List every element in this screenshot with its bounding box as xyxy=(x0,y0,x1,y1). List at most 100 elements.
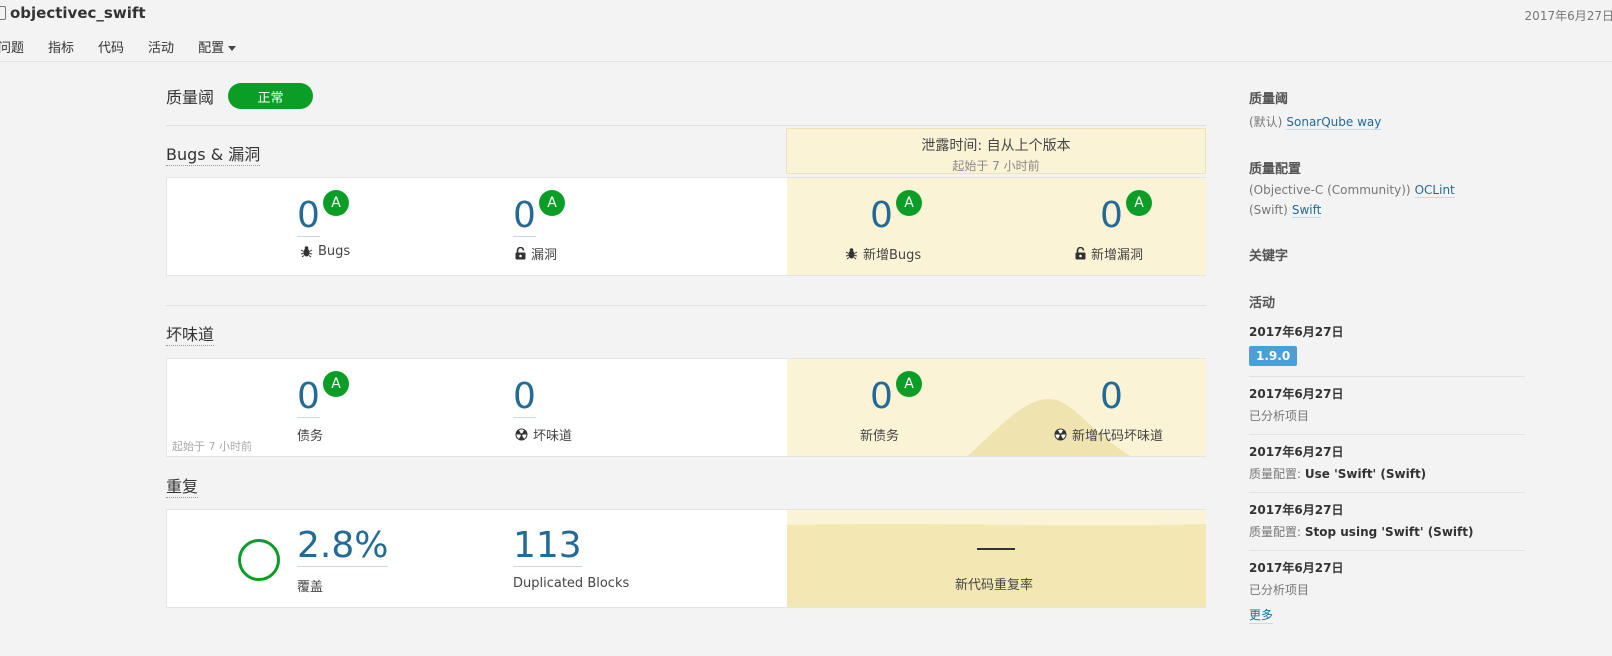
bugs-value[interactable]: 0 xyxy=(297,196,320,237)
bugs-panel: 0 A Bugs 0 A 漏洞 0 A 新增Bugs 0 A 新增漏洞 xyxy=(166,177,1206,276)
duplicated-blocks-measure[interactable]: 113 xyxy=(513,526,582,567)
sidebar-activity-heading: 活动 xyxy=(1249,296,1276,311)
quality-gate-link[interactable]: SonarQube way xyxy=(1286,115,1382,130)
new-debt-value[interactable]: 0 xyxy=(870,376,893,417)
activity-event: 2017年6月27日 已分析项目 xyxy=(1249,377,1525,435)
new-debt-rating[interactable]: A xyxy=(896,371,922,397)
new-bugs-value[interactable]: 0 xyxy=(870,195,893,236)
debt-label: 债务 xyxy=(297,429,324,444)
new-vulnerabilities-value[interactable]: 0 xyxy=(1100,195,1123,236)
new-bugs-rating[interactable]: A xyxy=(896,190,922,216)
new-debt-measure[interactable]: 0 xyxy=(870,377,893,417)
smells-panel: 0 A 债务 0 坏味道 0 A 新债务 0 新增代码坏味道 起始于 7 小时前 xyxy=(166,358,1206,457)
last-analysis-date: 2017年6月27日 xyxy=(1524,9,1612,23)
quality-gate-status: 质量阈 正常 xyxy=(166,83,314,109)
radiation-icon xyxy=(515,428,528,441)
new-vulnerabilities-measure[interactable]: 0 xyxy=(1100,196,1123,236)
bugs-label-text: Bugs xyxy=(318,244,351,259)
coverage-measure[interactable]: 2.8% xyxy=(297,526,389,567)
profile-link[interactable]: OCLint xyxy=(1414,183,1455,198)
project-nav: 问题 指标 代码 活动 配置 xyxy=(0,37,237,56)
coverage-label: 覆盖 xyxy=(297,580,324,595)
activity-event: 2017年6月27日 质量配置: Stop using 'Swift' (Swi… xyxy=(1249,493,1525,551)
quality-gate-badge: 正常 xyxy=(228,83,314,109)
project-title-row: objectivec_swift xyxy=(0,4,146,22)
nav-configuration[interactable]: 配置 xyxy=(198,37,237,56)
vulnerabilities-measure[interactable]: 0 xyxy=(513,196,536,237)
new-bugs-label-text: 新增Bugs xyxy=(863,248,922,263)
bugs-section-title[interactable]: Bugs & 漏洞 xyxy=(166,145,261,166)
bugs-measure[interactable]: 0 xyxy=(297,196,320,237)
new-code-smells-measure[interactable]: 0 xyxy=(1100,377,1123,417)
bugs-label: Bugs xyxy=(300,244,350,259)
sidebar-quality-gate-heading: 质量阈 xyxy=(1249,92,1289,107)
new-code-smells-value[interactable]: 0 xyxy=(1100,376,1123,417)
version-badge: 1.9.0 xyxy=(1249,346,1298,366)
divider xyxy=(166,305,1206,306)
duplications-panel: 新代码重复率 2.8% 覆盖 113 Duplicated Blocks xyxy=(166,509,1206,608)
event-detail: Use 'Swift' (Swift) xyxy=(1304,467,1427,481)
coverage-donut-icon xyxy=(238,539,280,581)
smells-section-title[interactable]: 坏味道 xyxy=(166,325,215,346)
bugs-rating[interactable]: A xyxy=(323,190,349,216)
quality-gate-label: 质量阈 xyxy=(166,88,215,107)
smells-since-note: 起始于 7 小时前 xyxy=(172,440,252,453)
new-debt-label: 新债务 xyxy=(860,429,900,444)
lock-open-icon xyxy=(1075,247,1086,260)
event-date: 2017年6月27日 xyxy=(1249,387,1344,401)
nav-code[interactable]: 代码 xyxy=(98,37,124,56)
event-text: 已分析项目 xyxy=(1249,409,1310,423)
new-vulnerabilities-label: 新增漏洞 xyxy=(1075,244,1143,263)
leak-period-since: 起始于 7 小时前 xyxy=(952,159,1040,173)
profile-language: (Swift) xyxy=(1249,203,1288,217)
more-activity-link[interactable]: 更多 xyxy=(1249,606,1274,624)
sidebar-profile-row: (Swift) Swift xyxy=(1249,203,1525,218)
project-name[interactable]: objectivec_swift xyxy=(10,4,146,22)
sidebar-quality-gate: 质量阈 (默认) SonarQube way xyxy=(1249,88,1525,130)
code-smells-label-text: 坏味道 xyxy=(533,429,573,444)
nav-activity[interactable]: 活动 xyxy=(148,37,174,56)
event-prefix: 质量配置: xyxy=(1249,525,1302,539)
profile-link[interactable]: Swift xyxy=(1291,203,1322,218)
new-bugs-measure[interactable]: 0 xyxy=(870,196,893,236)
new-duplications-dash xyxy=(977,548,1015,550)
leak-period-header: 泄露时间: 自从上个版本 起始于 7 小时前 xyxy=(786,128,1206,174)
debt-value[interactable]: 0 xyxy=(297,377,320,418)
debt-rating[interactable]: A xyxy=(323,371,349,397)
vulnerabilities-value[interactable]: 0 xyxy=(513,196,536,237)
duplicated-blocks-value[interactable]: 113 xyxy=(513,526,582,567)
lock-open-icon xyxy=(515,247,526,260)
code-smells-value[interactable]: 0 xyxy=(513,377,536,418)
vulnerabilities-label: 漏洞 xyxy=(515,244,557,263)
bug-icon xyxy=(300,246,313,258)
new-code-smells-label: 新增代码坏味道 xyxy=(1054,425,1163,444)
event-text: 已分析项目 xyxy=(1249,583,1310,597)
new-bugs-label: 新增Bugs xyxy=(845,244,921,263)
code-smells-measure[interactable]: 0 xyxy=(513,377,536,418)
coverage-value[interactable]: 2.8% xyxy=(297,526,389,567)
sidebar-profile-row: (Objective-C (Community)) OCLint xyxy=(1249,183,1525,198)
new-duplications-label: 新代码重复率 xyxy=(955,578,1034,593)
sidebar-tags-heading: 关键字 xyxy=(1249,249,1289,264)
vulnerabilities-rating[interactable]: A xyxy=(539,190,565,216)
sidebar-quality-gate-row: (默认) SonarQube way xyxy=(1249,113,1525,130)
debt-measure[interactable]: 0 xyxy=(297,377,320,418)
event-text: 质量配置: Use 'Swift' (Swift) xyxy=(1249,465,1525,482)
bug-icon xyxy=(845,248,858,260)
event-date: 2017年6月27日 xyxy=(1249,325,1344,339)
event-date: 2017年6月27日 xyxy=(1249,445,1344,459)
vulnerabilities-label-text: 漏洞 xyxy=(531,248,558,263)
sidebar-profiles-heading: 质量配置 xyxy=(1249,162,1302,177)
sidebar-default-tag: (默认) xyxy=(1249,115,1283,129)
sidebar-quality-profiles: 质量配置 (Objective-C (Community)) OCLint (Sw… xyxy=(1249,158,1525,218)
new-vulnerabilities-label-text: 新增漏洞 xyxy=(1091,248,1144,263)
activity-event: 2017年6月27日 已分析项目 xyxy=(1249,551,1525,598)
new-vulnerabilities-rating[interactable]: A xyxy=(1126,190,1152,216)
sidebar-activity: 活动 2017年6月27日 1.9.0 2017年6月27日 已分析项目 201… xyxy=(1249,292,1525,624)
nav-measures[interactable]: 指标 xyxy=(48,37,74,56)
nav-configuration-label: 配置 xyxy=(198,41,225,56)
duplications-section-title[interactable]: 重复 xyxy=(166,477,199,498)
activity-event: 2017年6月27日 1.9.0 xyxy=(1249,311,1525,377)
leak-period-title: 泄露时间: 自从上个版本 xyxy=(921,138,1071,154)
nav-issues[interactable]: 问题 xyxy=(0,37,24,56)
